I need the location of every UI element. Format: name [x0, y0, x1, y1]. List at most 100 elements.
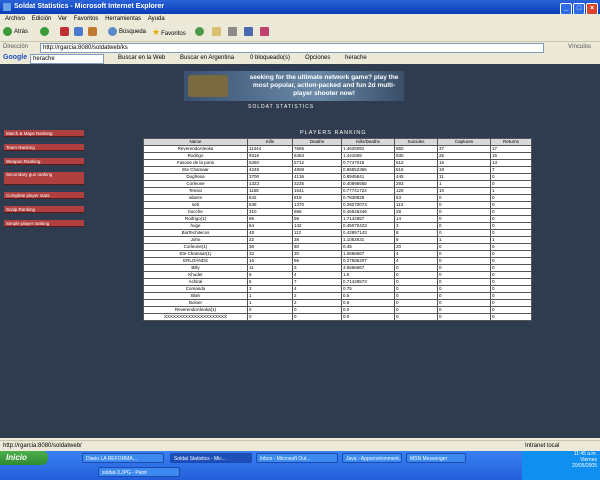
- stat-cell: 0: [490, 222, 532, 230]
- history-icon: [195, 27, 204, 36]
- player-name-cell: seb: [143, 201, 248, 209]
- stat-cell: 0.86552366: [341, 166, 395, 174]
- table-row: huge 64 142 0.45070423 3 0 0: [143, 222, 532, 230]
- stat-cell: 16: [437, 159, 491, 167]
- favorites-button[interactable]: ★Favoritos: [152, 27, 186, 38]
- menu-favoritos[interactable]: Favoritos: [74, 16, 99, 22]
- task-diario[interactable]: Diario LA REFORMA...: [82, 453, 164, 463]
- stat-cell: 2: [292, 299, 342, 307]
- stat-cell: 0.8945841: [341, 173, 395, 181]
- mail-button[interactable]: [212, 27, 223, 38]
- edit-button[interactable]: [244, 27, 255, 38]
- stat-cell: 4: [292, 285, 342, 293]
- stat-cell: 4908: [292, 166, 342, 174]
- stat-cell: 0: [292, 313, 342, 321]
- options-button[interactable]: Opciones: [305, 55, 330, 61]
- table-row: Ete Chamaar(1) 32 30 1.0666667 4 0 0: [143, 250, 532, 258]
- stat-cell: 1: [490, 187, 532, 195]
- player-name-cell: Rodrigo(1): [143, 215, 248, 223]
- popup-blocked-label[interactable]: 0 bloqueado(s): [250, 55, 290, 61]
- nav-simple-player-ranking[interactable]: Simple player ranking: [4, 220, 84, 227]
- table-row: seb 538 1370 0.39270073 113 0 0: [143, 201, 532, 209]
- stat-cell: 0: [490, 229, 532, 237]
- menu-ver[interactable]: Ver: [58, 16, 67, 22]
- player-name-cell: ERLOANDS: [143, 257, 248, 265]
- stat-cell: 32: [247, 250, 293, 258]
- refresh-button[interactable]: [74, 27, 85, 38]
- menu-herramientas[interactable]: Herramientas: [105, 16, 141, 22]
- stat-cell: 56: [292, 257, 342, 265]
- links-label[interactable]: Vínculos: [568, 44, 591, 50]
- nav-weapon-ranking[interactable]: Weapon Ranking: [4, 158, 84, 165]
- stat-cell: 1.441659: [341, 152, 395, 160]
- player-name-cell: ReverendoAleoka(1): [143, 306, 248, 314]
- search-button[interactable]: Búsqueda: [108, 27, 146, 38]
- stat-cell: 38: [292, 236, 342, 244]
- nav-secondary-gun-ranking[interactable]: Secondary gun ranking: [4, 172, 84, 185]
- stat-cell: 0.71428573: [341, 278, 395, 286]
- stat-cell: 7: [292, 278, 342, 286]
- stat-cell: 3235: [292, 180, 342, 188]
- table-row: Rodrigo(1) 96 56 1.7142857 14 0 0: [143, 215, 532, 223]
- ad-banner[interactable]: seeking for the ultimate network game? p…: [184, 71, 404, 101]
- col-kills-deaths: Kills/Deaths: [341, 138, 395, 146]
- stat-cell: 56: [292, 215, 342, 223]
- player-name-cell: Ete Chamaar(1): [143, 250, 248, 258]
- nav-complete-player-stats[interactable]: Complete player stats: [4, 192, 84, 199]
- player-name-cell: Comando: [143, 285, 248, 293]
- stat-cell: 1.0666667: [341, 250, 395, 258]
- google-logo: Google: [3, 54, 28, 61]
- forward-button[interactable]: [40, 27, 51, 38]
- players-ranking-table: Name Kills Deaths Kills/Deaths Suicides …: [143, 138, 532, 321]
- back-button[interactable]: Atrás: [3, 27, 28, 38]
- stat-cell: 0: [490, 243, 532, 251]
- stat-cell: 293: [394, 180, 438, 188]
- nav-match-maps-ranking[interactable]: Match & Maps Ranking: [4, 130, 84, 137]
- stat-cell: 17: [490, 145, 532, 153]
- window-title-bar[interactable]: Soldat Statistics - Microsoft Internet E…: [0, 0, 600, 15]
- stat-cell: 0: [490, 292, 532, 300]
- home-button[interactable]: [88, 27, 99, 38]
- stop-button[interactable]: [60, 27, 71, 38]
- stat-cell: 1: [247, 292, 293, 300]
- soldier-sprite-image: [188, 75, 228, 97]
- task-java[interactable]: Java - Apprenvironment...: [342, 453, 402, 463]
- history-button[interactable]: [195, 27, 206, 38]
- table-row: Rodrigo 9316 6463 1.441659 930 25 15: [143, 152, 532, 160]
- menu-ayuda[interactable]: Ayuda: [148, 16, 165, 22]
- stat-cell: 25: [437, 152, 491, 160]
- stat-cell: 15: [490, 152, 532, 160]
- stat-cell: 0.5: [341, 292, 395, 300]
- menu-archivo[interactable]: Archivo: [5, 16, 25, 22]
- search-icon: [108, 27, 117, 36]
- table-header-row: Name Kills Deaths Kills/Deaths Suicides …: [143, 138, 532, 146]
- stat-cell: 112: [292, 229, 342, 237]
- player-name-cell: Khuder: [143, 271, 248, 279]
- highlight-term-button[interactable]: herache: [345, 55, 367, 61]
- start-button[interactable]: Inicio: [0, 451, 48, 465]
- task-outlook[interactable]: Inbox - Microsoft Out...: [256, 453, 338, 463]
- address-input[interactable]: http://rgarcia:8080/soldatweb/ks: [40, 43, 544, 53]
- print-button[interactable]: [228, 27, 239, 38]
- stat-cell: 0: [437, 313, 491, 321]
- task-soldat-statistics[interactable]: Soldat Statistics - Mic...: [170, 453, 252, 463]
- player-name-cell: Tensio: [143, 187, 248, 195]
- stat-cell: 930: [394, 152, 438, 160]
- stat-cell: 30: [292, 250, 342, 258]
- player-name-cell: Achiral: [143, 278, 248, 286]
- stat-cell: 113: [394, 201, 438, 209]
- stat-cell: 20: [394, 243, 438, 251]
- stat-cell: 1: [247, 299, 293, 307]
- search-country-button[interactable]: Buscar en Argentina: [180, 55, 234, 61]
- search-web-button[interactable]: Buscar en la Web: [118, 55, 165, 61]
- nav-team-ranking[interactable]: Team Ranking: [4, 144, 84, 151]
- stat-cell: 7: [490, 166, 532, 174]
- discuss-button[interactable]: [260, 27, 271, 38]
- nav-scalp-ranking[interactable]: Scalp Ranking: [4, 206, 84, 213]
- table-row: Khuder 6 4 1.5 0 0 0: [143, 271, 532, 279]
- google-search-input[interactable]: herache: [30, 54, 104, 64]
- menu-edicion[interactable]: Edición: [32, 16, 52, 22]
- edit-icon: [244, 27, 253, 36]
- task-paint[interactable]: soldat-3.JPG - Paint: [98, 467, 180, 477]
- task-msn-messenger[interactable]: MSN Messenger: [406, 453, 466, 463]
